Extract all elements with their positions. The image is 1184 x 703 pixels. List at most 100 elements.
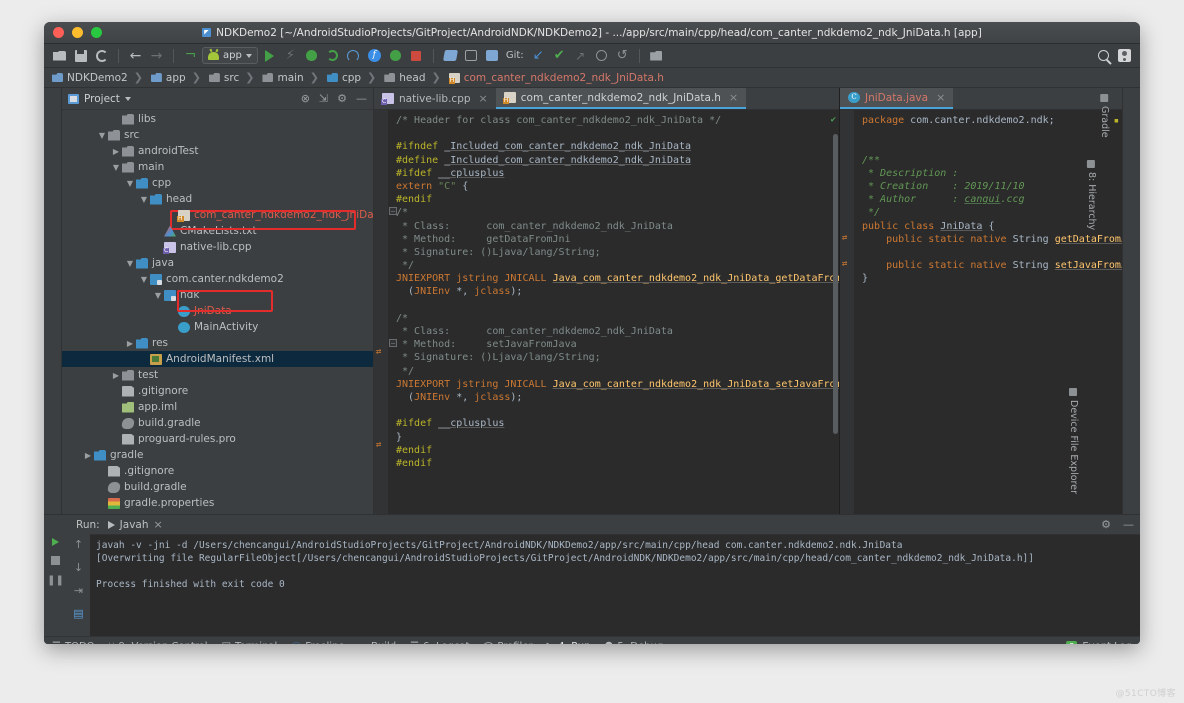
sync-project-icon[interactable] <box>92 46 111 65</box>
chevron-down-icon[interactable]: ▼ <box>152 291 164 300</box>
user-account-icon[interactable] <box>1115 46 1134 65</box>
breadcrumb-item[interactable]: main ❯ <box>260 71 323 84</box>
tree-row[interactable]: AndroidManifest.xml <box>62 351 373 367</box>
tree-row[interactable]: gradle.properties <box>62 495 373 511</box>
tree-row[interactable]: ▶ res <box>62 335 373 351</box>
tool-window-button[interactable]: ▣ Terminal <box>222 641 278 645</box>
tool-window-tab[interactable]: Device File Explorer <box>1068 388 1079 494</box>
scroll-up-icon[interactable]: ↑ <box>74 538 83 551</box>
tool-window-button[interactable]: ⌐ Build <box>359 641 397 645</box>
chevron-down-icon[interactable] <box>124 96 131 101</box>
soft-wrap-icon[interactable]: ⇥ <box>74 584 83 597</box>
run-settings-icon[interactable]: ⚙ <box>1101 519 1111 530</box>
editor-tabs-right[interactable]: C JniData.java × <box>840 88 1122 110</box>
tree-row[interactable]: native-lib.cpp <box>62 239 373 255</box>
close-icon[interactable]: × <box>154 519 163 530</box>
code-editor-header[interactable]: ✔ – – ⇄ ⇄ /* Header for class com_canter… <box>374 110 839 514</box>
expand-icon[interactable]: ⇲ <box>319 93 328 104</box>
back-icon[interactable]: ← <box>126 46 145 65</box>
chevron-right-icon[interactable]: ▶ <box>124 339 136 348</box>
jni-navigate-icon[interactable]: ⇄ <box>376 439 381 452</box>
editor-scrollbar[interactable] <box>833 134 838 434</box>
jni-navigate-icon[interactable]: ⇄ <box>842 258 847 271</box>
apply-changes-icon[interactable]: ⚡ <box>281 46 300 65</box>
tree-row[interactable]: ▼ src <box>62 127 373 143</box>
jni-navigate-icon[interactable]: ⇄ <box>842 232 847 245</box>
minimize-window-button[interactable] <box>72 27 83 38</box>
tree-row[interactable]: build.gradle <box>62 479 373 495</box>
tool-window-button[interactable]: ⓕ Freeline <box>291 639 344 645</box>
event-log-button[interactable]: 3 Event Log <box>1066 640 1132 644</box>
tool-window-button[interactable]: ☰ 6: Logcat <box>410 641 469 645</box>
tree-row[interactable]: ▼ main <box>62 159 373 175</box>
tree-row[interactable]: .gitignore <box>62 383 373 399</box>
run-configuration-selector[interactable]: app <box>202 47 258 64</box>
tree-row[interactable]: ▼ head <box>62 191 373 207</box>
breadcrumb-item[interactable]: src ❯ <box>207 71 260 84</box>
chevron-right-icon[interactable]: ▶ <box>110 371 122 380</box>
open-folder-icon[interactable] <box>50 46 69 65</box>
rerun-icon[interactable] <box>52 538 59 546</box>
chevron-down-icon[interactable]: ▼ <box>138 195 150 204</box>
close-window-button[interactable] <box>53 27 64 38</box>
attach-debugger-icon[interactable] <box>323 46 342 65</box>
jni-navigate-icon[interactable]: ⇄ <box>376 346 381 359</box>
pause-icon[interactable]: ❚❚ <box>47 575 64 586</box>
hide-icon[interactable]: — <box>356 93 367 104</box>
run-toolbar-rail[interactable]: ❚❚ ↑ ↓ ⇥ ▤ <box>44 534 90 636</box>
scroll-down-icon[interactable]: ↓ <box>74 561 83 574</box>
tree-row[interactable]: ▶ test <box>62 367 373 383</box>
breadcrumb-item[interactable]: com_canter_ndkdemo2_ndk_JniData.h <box>447 72 669 84</box>
chevron-down-icon[interactable]: ▼ <box>124 179 136 188</box>
run-console-output[interactable]: javah -v -jni -d /Users/chencangui/Andro… <box>90 534 1140 636</box>
stop-icon[interactable] <box>51 556 60 565</box>
close-tab-icon[interactable]: × <box>479 92 488 105</box>
stop-icon[interactable] <box>407 46 426 65</box>
tree-row[interactable]: gradlew <box>62 511 373 514</box>
project-tree[interactable]: libs▼src▶androidTest▼main▼cpp▼headcom_ca… <box>62 110 373 514</box>
tree-row[interactable]: MainActivity <box>62 319 373 335</box>
editor-tab[interactable]: com_canter_ndkdemo2_ndk_JniData.h × <box>495 88 747 109</box>
save-all-icon[interactable] <box>71 46 90 65</box>
code-editor-java[interactable]: ▪ ⇄ ⇄ package com.canter.ndkdemo2.ndk; /… <box>840 110 1122 514</box>
editor-tab[interactable]: C JniData.java × <box>840 88 954 109</box>
tree-row[interactable]: ▶ gradle <box>62 447 373 463</box>
breadcrumb-item[interactable]: NDKDemo2 ❯ <box>50 71 148 84</box>
close-tab-icon[interactable]: × <box>729 91 738 104</box>
breadcrumb-item[interactable]: app ❯ <box>149 71 206 84</box>
left-tool-strip[interactable]: 1: Project2: Structure2: FavoritesBuild … <box>44 88 62 514</box>
tree-row[interactable]: ▼ java <box>62 255 373 271</box>
tree-row[interactable]: JniData <box>62 303 373 319</box>
sdk-manager-icon[interactable] <box>441 46 460 65</box>
tree-row[interactable]: .gitignore <box>62 463 373 479</box>
chevron-down-icon[interactable]: ▼ <box>138 275 150 284</box>
chevron-down-icon[interactable]: ▼ <box>110 163 122 172</box>
tree-row[interactable]: ▼ com.canter.ndkdemo2 <box>62 271 373 287</box>
code-fold-marker[interactable]: – <box>389 207 397 215</box>
print-icon[interactable]: ▤ <box>73 607 83 620</box>
git-push-icon[interactable]: ↗ <box>571 46 590 65</box>
tree-row[interactable]: ▶ androidTest <box>62 143 373 159</box>
chevron-right-icon[interactable]: ▶ <box>82 451 94 460</box>
tree-row[interactable]: libs <box>62 111 373 127</box>
maximize-window-button[interactable] <box>91 27 102 38</box>
tool-window-button[interactable]: ⑂ 9: Version Control <box>109 641 208 645</box>
tree-row[interactable]: ▼ cpp <box>62 175 373 191</box>
project-structure-icon[interactable] <box>647 46 666 65</box>
tool-window-tab[interactable]: Gradle <box>1099 94 1110 138</box>
breadcrumb-item[interactable]: cpp ❯ <box>325 71 381 84</box>
avd-manager-icon[interactable] <box>462 46 481 65</box>
tool-window-button[interactable]: ⌒ Profiler <box>483 639 532 645</box>
editor-tab[interactable]: native-lib.cpp × <box>374 88 496 109</box>
close-tab-icon[interactable]: × <box>936 91 945 104</box>
main-toolbar[interactable]: ← → ⌐ app ⚡ f Git: ↙ ✔ ↗ ↺ <box>44 44 1140 68</box>
history-icon[interactable] <box>592 46 611 65</box>
tool-window-button[interactable]: ☰ TODO <box>52 641 95 645</box>
run-tab-javah[interactable]: Javah × <box>107 519 163 531</box>
tree-row[interactable]: proguard-rules.pro <box>62 431 373 447</box>
editor-tabs-left[interactable]: native-lib.cpp×com_canter_ndkdemo2_ndk_J… <box>374 88 839 110</box>
tree-row[interactable]: ▼ ndk <box>62 287 373 303</box>
chevron-down-icon[interactable]: ▼ <box>124 259 136 268</box>
tree-row[interactable]: CMakeLists.txt <box>62 223 373 239</box>
breadcrumb[interactable]: NDKDemo2 ❯ app ❯ src ❯ main ❯ cpp ❯ head ❯ com_cante… <box>44 68 1140 88</box>
